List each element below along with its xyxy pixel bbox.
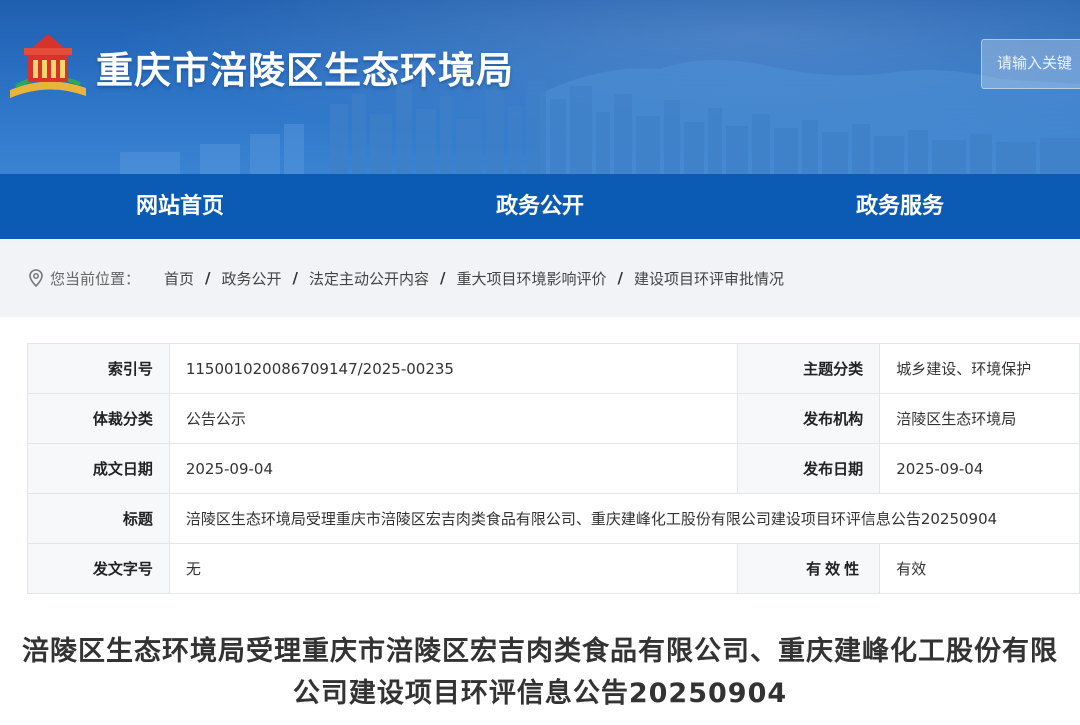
- title-value: 涪陵区生态环境局受理重庆市涪陵区宏吉肉类食品有限公司、重庆建峰化工股份有限公司建…: [168, 493, 1080, 544]
- nav-item-home[interactable]: 网站首页: [0, 174, 360, 239]
- index-number-label: 索引号: [27, 343, 170, 394]
- header-banner: 重庆市涪陵区生态环境局 请输入关键: [0, 0, 1080, 174]
- location-pin-icon: [29, 269, 43, 287]
- article-title: 涪陵区生态环境局受理重庆市涪陵区宏吉肉类食品有限公司、重庆建峰化工股份有限公司建…: [22, 636, 1058, 709]
- table-row: 发文字号 无 有效性 有效: [27, 543, 1080, 594]
- breadcrumb-government-affairs[interactable]: 政务公开: [222, 268, 282, 289]
- breadcrumb: 您当前位置： 首页 / 政务公开 / 法定主动公开内容 / 重大项目环境影响评价…: [0, 239, 1080, 317]
- table-row: 索引号 115001020086709147/2025-00235 主题分类 城…: [27, 343, 1080, 394]
- written-date-value: 2025-09-04: [168, 443, 739, 494]
- title-label: 标题: [27, 493, 170, 544]
- breadcrumb-separator: /: [292, 269, 299, 287]
- content-area: 索引号 115001020086709147/2025-00235 主题分类 城…: [0, 317, 1080, 725]
- document-number-label: 发文字号: [27, 543, 170, 594]
- breadcrumb-eia-major-projects[interactable]: 重大项目环境影响评价: [457, 268, 607, 289]
- breadcrumb-separator: /: [617, 269, 624, 287]
- breadcrumb-separator: /: [440, 269, 446, 287]
- topic-category-value: 城乡建设、环境保护: [879, 343, 1080, 394]
- topic-category-label: 主题分类: [737, 343, 881, 394]
- document-metadata-table: 索引号 115001020086709147/2025-00235 主题分类 城…: [27, 343, 1080, 594]
- publisher-value: 涪陵区生态环境局: [879, 393, 1080, 444]
- government-logo-icon[interactable]: [6, 30, 90, 100]
- search-input[interactable]: 请输入关键: [981, 39, 1080, 89]
- nav-item-government-services[interactable]: 政务服务: [720, 174, 1080, 239]
- validity-label: 有效性: [737, 543, 881, 594]
- nav-item-government-affairs[interactable]: 政务公开: [360, 174, 720, 239]
- breadcrumb-statutory-disclosure[interactable]: 法定主动公开内容: [309, 268, 429, 289]
- breadcrumb-separator: /: [205, 269, 211, 287]
- main-nav: 网站首页 政务公开 政务服务: [0, 174, 1080, 239]
- document-number-value: 无: [168, 543, 739, 594]
- publish-date-label: 发布日期: [737, 443, 881, 494]
- breadcrumb-prefix: 您当前位置：: [50, 269, 141, 288]
- breadcrumb-home[interactable]: 首页: [164, 268, 194, 289]
- genre-value: 公告公示: [168, 393, 739, 444]
- publish-date-value: 2025-09-04: [879, 443, 1080, 494]
- index-number-value: 115001020086709147/2025-00235: [168, 343, 739, 394]
- validity-value: 有效: [879, 543, 1080, 594]
- written-date-label: 成文日期: [27, 443, 170, 494]
- table-row: 标题 涪陵区生态环境局受理重庆市涪陵区宏吉肉类食品有限公司、重庆建峰化工股份有限…: [27, 493, 1080, 544]
- table-row: 体裁分类 公告公示 发布机构 涪陵区生态环境局: [27, 393, 1080, 444]
- breadcrumb-eia-approval[interactable]: 建设项目环评审批情况: [634, 268, 784, 289]
- publisher-label: 发布机构: [737, 393, 881, 444]
- genre-label: 体裁分类: [27, 393, 170, 444]
- site-title[interactable]: 重庆市涪陵区生态环境局: [96, 40, 514, 94]
- table-row: 成文日期 2025-09-04 发布日期 2025-09-04: [27, 443, 1080, 494]
